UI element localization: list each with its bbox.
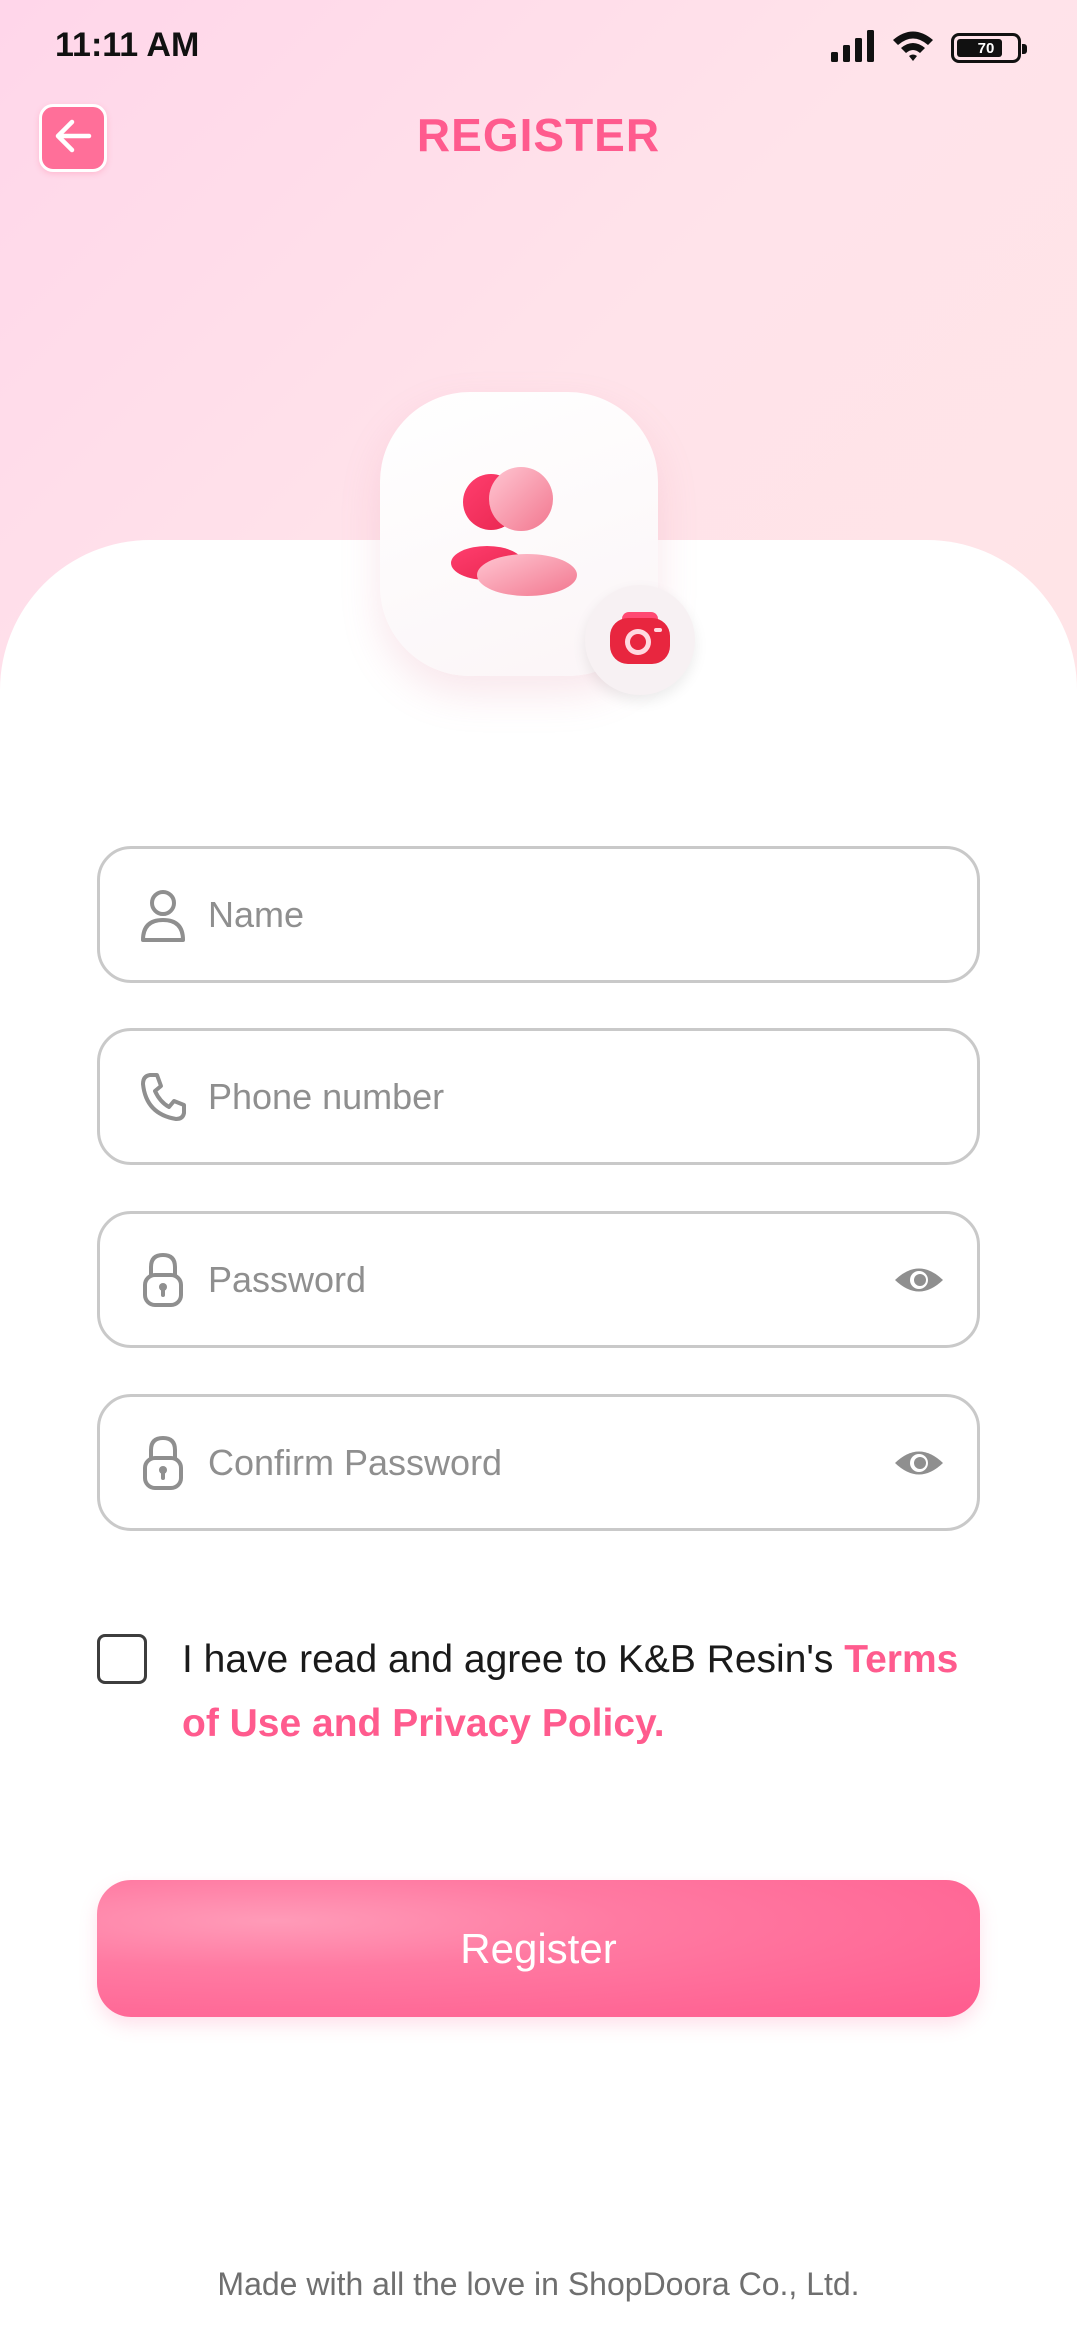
- terms-text: I have read and agree to K&B Resin's Ter…: [182, 1628, 1002, 1756]
- camera-icon: [608, 610, 672, 671]
- name-input[interactable]: [208, 849, 858, 980]
- signal-icon: [831, 29, 875, 67]
- phone-input[interactable]: [208, 1031, 858, 1162]
- terms-label: I have read and agree to K&B Resin's: [182, 1638, 845, 1681]
- phone-icon: [138, 1069, 188, 1125]
- eye-icon[interactable]: [893, 1262, 945, 1298]
- terms-checkbox[interactable]: [97, 1634, 147, 1684]
- lock-icon: [138, 1252, 188, 1308]
- status-time: 11:11 AM: [55, 26, 200, 64]
- lock-icon: [138, 1435, 188, 1491]
- wifi-icon: [891, 29, 935, 68]
- user-icon: [138, 887, 188, 943]
- camera-button[interactable]: [585, 585, 695, 695]
- confirm-password-input[interactable]: [208, 1397, 858, 1528]
- phone-field[interactable]: [97, 1028, 980, 1165]
- eye-icon[interactable]: [893, 1445, 945, 1481]
- password-input[interactable]: [208, 1214, 858, 1345]
- status-icons: 70: [831, 28, 1027, 68]
- confirm-password-field[interactable]: [97, 1394, 980, 1531]
- battery-level: 70: [977, 39, 995, 57]
- page-title: REGISTER: [416, 109, 661, 161]
- register-button[interactable]: Register: [97, 1880, 980, 2017]
- name-field[interactable]: [97, 846, 980, 983]
- password-field[interactable]: [97, 1211, 980, 1348]
- user-group-icon: [449, 466, 589, 602]
- footer-text: Made with all the love in ShopDoora Co.,…: [217, 2266, 860, 2302]
- battery-icon: 70: [951, 33, 1027, 63]
- status-bar: 11:11 AM 70: [0, 0, 1077, 96]
